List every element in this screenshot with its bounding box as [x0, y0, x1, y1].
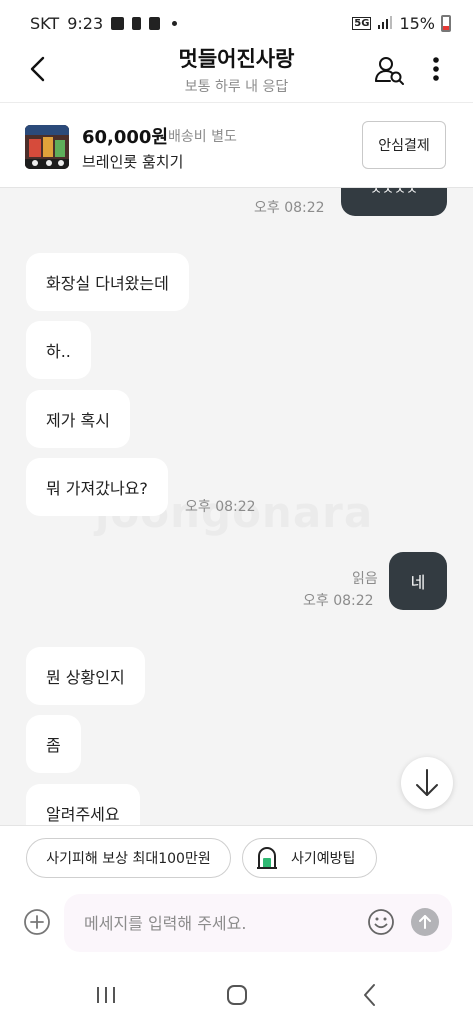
message-text: 뭔 상황인지: [46, 668, 125, 687]
arrow-down-icon: [416, 769, 438, 796]
emoji-icon[interactable]: [367, 908, 395, 936]
incoming-message: 뭔 상황인지: [26, 647, 145, 705]
user-search-icon[interactable]: [373, 54, 405, 86]
message-time: 오후 08:22: [185, 499, 256, 515]
recent-apps-icon[interactable]: [92, 981, 120, 1009]
message-text: 뭐 가져갔나요?: [46, 479, 148, 498]
message-text: 네: [410, 573, 426, 592]
scroll-to-bottom-button[interactable]: [401, 757, 453, 809]
message-composer: [0, 889, 473, 961]
quick-actions-bar: 사기피해 보상 최대100만원 사기예방팁: [0, 825, 473, 889]
product-price: 60,000원: [82, 127, 169, 148]
status-bar: SKT 9:23 5G 15%: [0, 0, 473, 46]
incoming-message: 알려주세요: [26, 784, 140, 825]
product-info-bar[interactable]: 60,000원 배송비 별도 브레인롯 훔치기 안심결제: [0, 102, 473, 188]
safe-payment-button[interactable]: 안심결제: [362, 121, 446, 169]
shipping-note: 배송비 별도: [168, 129, 237, 145]
system-navigation-bar: [0, 961, 473, 1024]
message-text: 알려주세요: [46, 805, 120, 824]
product-name: 브레인롯 훔치기: [82, 153, 184, 171]
outgoing-message: 네: [389, 552, 447, 610]
system-back-icon[interactable]: [356, 981, 384, 1009]
outgoing-message: ㅊㅊㅊㅊ: [341, 188, 447, 216]
chat-header: 멋들어진사랑 보통 하루 내 응답: [0, 46, 473, 102]
product-thumbnail[interactable]: [25, 125, 69, 169]
carrier: SKT: [30, 13, 60, 33]
chat-messages[interactable]: joongonara ㅊㅊㅊㅊ 오후 08:22 화장실 다녀왔는데 하.. 제…: [0, 188, 473, 825]
message-time: 오후 08:22: [254, 200, 325, 216]
incoming-message: 화장실 다녀왔는데: [26, 253, 189, 311]
fraud-compensation-chip[interactable]: 사기피해 보상 최대100만원: [26, 838, 231, 878]
shield-door-icon: [257, 847, 277, 869]
battery-icon: [441, 14, 451, 32]
clock: 9:23: [67, 13, 104, 33]
attach-plus-icon[interactable]: [23, 908, 51, 936]
app-notification-icon: [149, 16, 161, 30]
gallery-notification-icon: [111, 16, 125, 30]
battery-percent: 15%: [399, 13, 435, 33]
more-menu-icon[interactable]: [429, 54, 443, 86]
network-type: 5G: [352, 16, 372, 30]
incoming-message: 하..: [26, 321, 91, 379]
alert-notification-icon: [132, 16, 142, 30]
send-button[interactable]: [411, 908, 439, 936]
message-text: ㅊㅊㅊㅊ: [370, 188, 418, 198]
message-text: 제가 혹시: [46, 411, 110, 430]
incoming-message: 뭐 가져갔나요?: [26, 458, 168, 516]
message-time: 오후 08:22: [303, 593, 374, 609]
message-text: 좀: [46, 736, 61, 755]
chip-label: 사기예방팁: [291, 851, 356, 867]
signal-icon: [378, 16, 393, 29]
home-icon[interactable]: [223, 981, 251, 1009]
incoming-message: 좀: [26, 715, 81, 773]
message-text: 화장실 다녀왔는데: [46, 274, 169, 293]
arrow-up-icon: [419, 915, 431, 929]
chip-label: 사기피해 보상 최대100만원: [46, 851, 211, 867]
fraud-prevention-tips-chip[interactable]: 사기예방팁: [242, 838, 377, 878]
read-receipt: 읽음: [352, 571, 378, 587]
incoming-message: 제가 혹시: [26, 390, 130, 448]
more-notifications-icon: [172, 20, 178, 26]
message-text: 하..: [46, 342, 71, 361]
